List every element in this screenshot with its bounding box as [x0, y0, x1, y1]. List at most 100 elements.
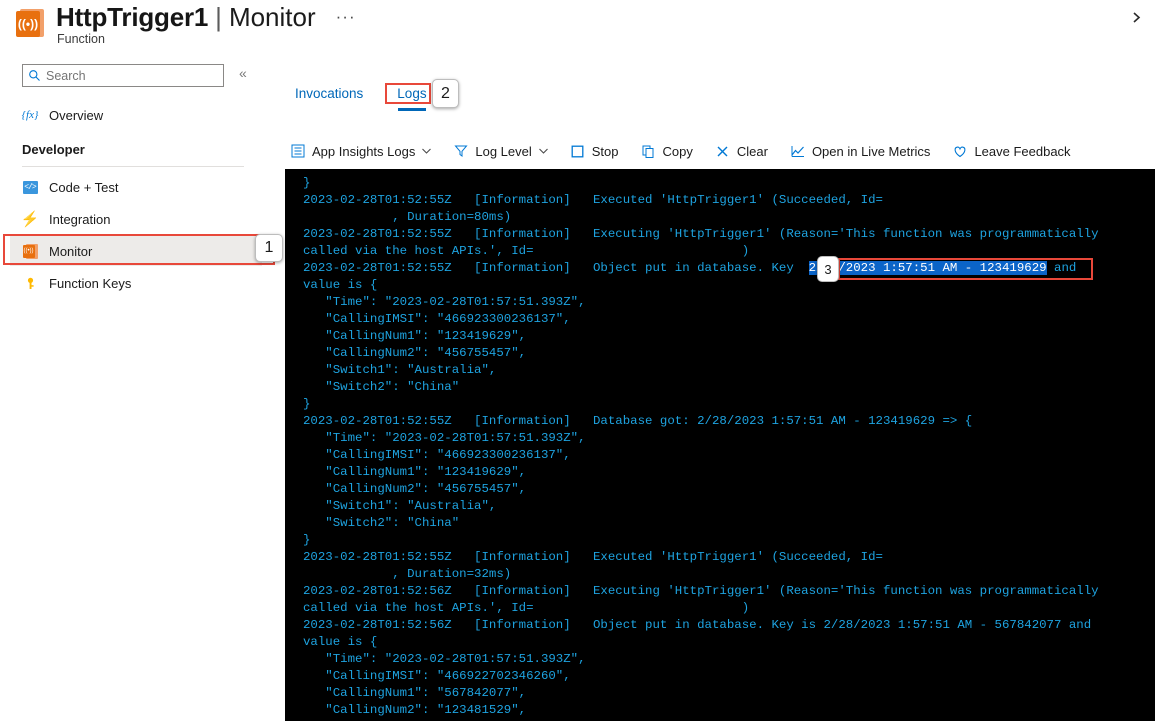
code-icon: </>	[22, 179, 38, 195]
log-level-button[interactable]: Log Level	[453, 143, 547, 159]
sidebar-item-overview[interactable]: {fx} Overview	[10, 100, 262, 130]
console-line: , Duration=80ms)	[303, 209, 1155, 226]
console-line: value is {	[303, 277, 1155, 294]
toolbar-label: App Insights Logs	[312, 144, 415, 159]
console-selected-key[interactable]: 2/28/2023 1:57:51 AM - 123419629	[809, 261, 1047, 275]
log-console[interactable]: }2023-02-28T01:52:55Z [Information] Exec…	[285, 169, 1155, 721]
console-line: "Switch2": "China"	[303, 379, 1155, 396]
sidebar-item-monitor[interactable]: ((•)) Monitor	[10, 236, 262, 266]
lightning-bolt-icon: ⚡	[22, 211, 38, 227]
sidebar-item-label: Monitor	[49, 244, 92, 259]
sidebar: « {fx} Overview Developer </> Code + Tes…	[0, 56, 272, 721]
console-line: 2023-02-28T01:52:56Z [Information] Objec…	[303, 617, 1155, 634]
console-line: }	[303, 175, 1155, 192]
sidebar-divider	[22, 166, 244, 167]
azure-function-monitor-page: ((•)) HttpTrigger1 | Monitor ··· Functio…	[0, 0, 1155, 721]
console-line: "Switch2": "China"	[303, 515, 1155, 532]
console-line: , Duration=32ms)	[303, 566, 1155, 583]
sidebar-item-function-keys[interactable]: Function Keys	[10, 268, 262, 298]
tab-logs[interactable]: Logs	[397, 86, 426, 111]
search-icon	[28, 69, 41, 82]
monitor-book-icon: ((•))	[22, 243, 38, 259]
console-line: "CallingNum1": "123419629",	[303, 328, 1155, 345]
sidebar-item-label: Function Keys	[49, 276, 131, 291]
console-line: }	[303, 396, 1155, 413]
annotation-badge-1: 1	[255, 234, 283, 262]
console-line: 2023-02-28T01:52:56Z [Information] Execu…	[303, 583, 1155, 600]
heart-icon	[952, 143, 968, 159]
console-line: "Switch1": "Australia",	[303, 362, 1155, 379]
function-app-icon: ((•))	[16, 8, 46, 38]
app-insights-logs-button[interactable]: App Insights Logs	[290, 143, 431, 159]
main-content: Invocations Logs App Insights Logs	[272, 56, 1155, 721]
search-input[interactable]	[46, 69, 216, 83]
chevron-down-icon[interactable]	[422, 146, 431, 157]
page-title: HttpTrigger1 | Monitor ···	[56, 2, 356, 33]
console-line: "CallingIMSI": "466923300236137",	[303, 447, 1155, 464]
console-line: "Time": "2023-02-28T01:57:51.393Z",	[303, 430, 1155, 447]
line-chart-icon	[790, 143, 806, 159]
console-line: "Time": "2023-02-28T01:57:51.393Z",	[303, 294, 1155, 311]
sidebar-item-label: Integration	[49, 212, 110, 227]
clear-button[interactable]: Clear	[715, 143, 768, 159]
page-title-separator: |	[215, 2, 222, 33]
console-line: 2023-02-28T01:52:55Z [Information] Execu…	[303, 549, 1155, 566]
annotation-badge-3: 3	[817, 256, 839, 282]
tab-bar: Invocations Logs	[295, 86, 427, 111]
console-line: "CallingNum1": "123419629",	[303, 464, 1155, 481]
console-line: "Switch1": "Australia",	[303, 498, 1155, 515]
list-icon	[290, 143, 306, 159]
console-line: value is {	[303, 634, 1155, 651]
open-live-metrics-button[interactable]: Open in Live Metrics	[790, 143, 931, 159]
sidebar-item-integration[interactable]: ⚡ Integration	[10, 204, 262, 234]
toolbar-label: Clear	[737, 144, 768, 159]
console-line: 2023-02-28T01:52:55Z [Information] Execu…	[303, 192, 1155, 209]
more-options-button[interactable]: ···	[336, 7, 356, 27]
toolbar-label: Log Level	[475, 144, 531, 159]
console-line: 2023-02-28T01:52:55Z [Information] Datab…	[303, 413, 1155, 430]
leave-feedback-button[interactable]: Leave Feedback	[952, 143, 1070, 159]
console-line: 2023-02-28T01:52:55Z [Information] Objec…	[303, 260, 1155, 277]
console-line: called via the host APIs.', Id= )	[303, 600, 1155, 617]
console-line: called via the host APIs.', Id= )	[303, 243, 1155, 260]
function-fx-icon: {fx}	[22, 107, 38, 123]
console-line: "Time": "2023-02-28T01:57:51.393Z",	[303, 651, 1155, 668]
page-subtitle: Function	[57, 32, 105, 46]
console-line: "CallingNum2": "123481529",	[303, 702, 1155, 719]
console-line-text: 2023-02-28T01:52:55Z [Information] Objec…	[303, 261, 809, 275]
sidebar-group-title: Developer	[22, 142, 85, 157]
search-box[interactable]	[22, 64, 224, 87]
copy-button[interactable]: Copy	[641, 143, 693, 159]
annotation-badge-2: 2	[432, 79, 459, 108]
console-line: "CallingIMSI": "466923300236137",	[303, 311, 1155, 328]
toolbar-label: Copy	[663, 144, 693, 159]
page-title-main: HttpTrigger1	[56, 2, 208, 33]
key-icon	[22, 275, 38, 291]
chevron-right-icon[interactable]	[1125, 6, 1147, 28]
sidebar-item-label: Overview	[49, 108, 103, 123]
chevron-down-icon[interactable]	[539, 146, 548, 157]
stop-square-icon	[570, 143, 586, 159]
console-line: }	[303, 532, 1155, 549]
copy-icon	[641, 143, 657, 159]
toolbar-label: Leave Feedback	[974, 144, 1070, 159]
tab-invocations[interactable]: Invocations	[295, 86, 363, 111]
page-header: ((•)) HttpTrigger1 | Monitor ··· Functio…	[0, 0, 1155, 56]
stop-button[interactable]: Stop	[570, 143, 619, 159]
toolbar: App Insights Logs Log Level Stop	[290, 139, 1085, 163]
collapse-sidebar-button[interactable]: «	[239, 66, 247, 80]
sidebar-item-code-test[interactable]: </> Code + Test	[10, 172, 262, 202]
toolbar-label: Stop	[592, 144, 619, 159]
console-line-text: and	[1047, 261, 1077, 275]
close-x-icon	[715, 143, 731, 159]
page-title-section: Monitor	[229, 2, 316, 33]
sidebar-item-label: Code + Test	[49, 180, 119, 195]
console-line: "CallingNum2": "456755457",	[303, 345, 1155, 362]
toolbar-label: Open in Live Metrics	[812, 144, 931, 159]
search-container	[22, 64, 224, 87]
console-line: "CallingNum1": "567842077",	[303, 685, 1155, 702]
console-line: "CallingIMSI": "466922702346260",	[303, 668, 1155, 685]
console-line: 2023-02-28T01:52:55Z [Information] Execu…	[303, 226, 1155, 243]
console-line: "CallingNum2": "456755457",	[303, 481, 1155, 498]
filter-icon	[453, 143, 469, 159]
